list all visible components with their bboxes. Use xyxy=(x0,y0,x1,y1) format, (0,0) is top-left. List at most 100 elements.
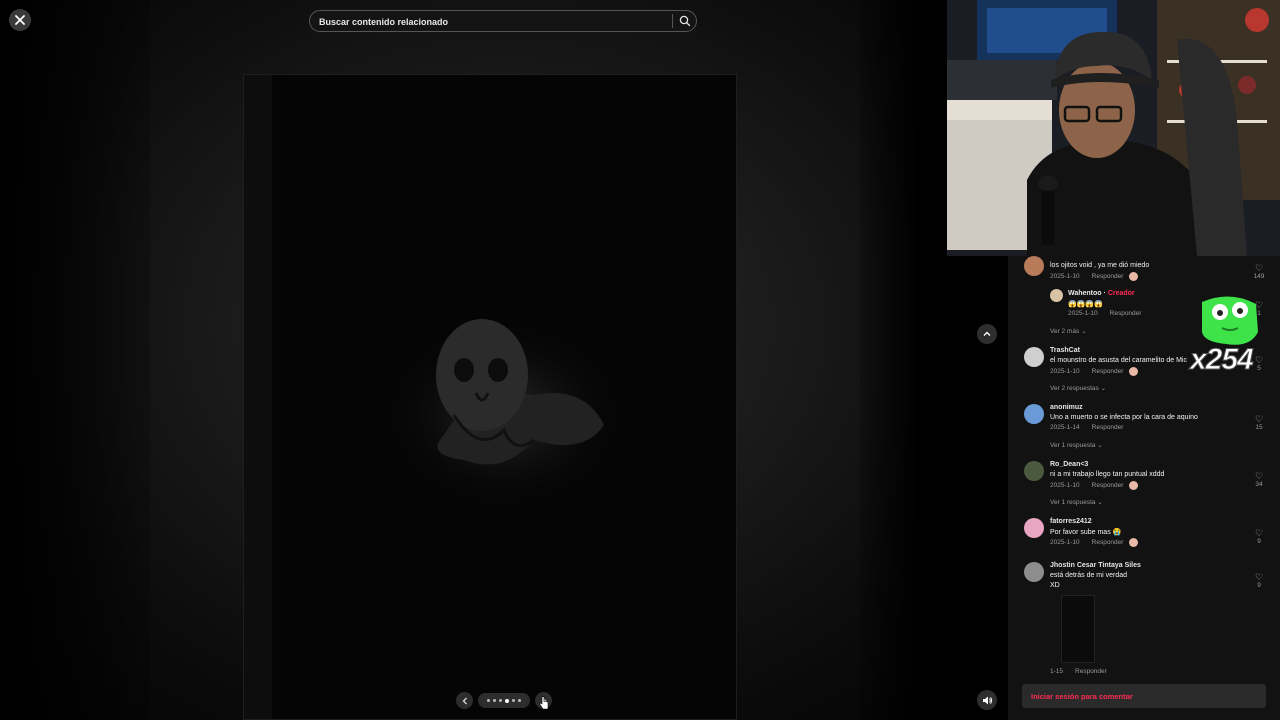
login-to-comment-button[interactable]: Iniciar sesión para comentar xyxy=(1022,684,1266,708)
heart-outline-icon[interactable]: ♡ xyxy=(1252,263,1266,273)
avatar[interactable] xyxy=(1024,347,1044,367)
reply-button[interactable]: Responder xyxy=(1092,424,1124,431)
avatar[interactable] xyxy=(1024,518,1044,538)
volume-button[interactable] xyxy=(977,690,997,710)
comment-date: 2025-1-10 xyxy=(1050,482,1080,490)
heart-outline-icon[interactable]: ♡ xyxy=(1252,528,1266,538)
ghost-figure-image xyxy=(384,319,624,505)
webcam-streamer-image xyxy=(947,0,1280,256)
video-viewer xyxy=(0,0,1008,720)
creator-liked-icon xyxy=(1129,367,1139,376)
creator-liked-icon xyxy=(1129,481,1139,490)
viewer-shade-left xyxy=(0,0,150,720)
comment-meta: 2025-1-10 Responder xyxy=(1068,310,1141,317)
close-icon xyxy=(15,15,25,25)
comment-username: TrashCat xyxy=(1050,347,1080,354)
comment-date: 1-15 xyxy=(1050,668,1064,675)
view-more-label: Ver 1 respuesta xyxy=(1050,442,1096,449)
avatar[interactable] xyxy=(1024,562,1044,582)
avatar[interactable] xyxy=(1050,289,1063,302)
comment-username: fatorres2412 xyxy=(1050,518,1092,525)
creator-liked-icon xyxy=(1129,272,1139,281)
comment-date: 2025-1-10 xyxy=(1050,539,1080,547)
like-group: ♡ 15 xyxy=(1252,414,1266,431)
comment-meta: 2025-1-10 Responder xyxy=(1050,481,1139,490)
comment-username: Jhostin Cesar Tintaya Siles xyxy=(1050,562,1141,569)
creator-tag: Creador xyxy=(1107,290,1135,297)
heart-outline-icon[interactable]: ♡ xyxy=(1252,471,1266,481)
view-more-label: Ver 2 más xyxy=(1050,328,1080,335)
comment-text: los ojitos void , ya me dió miedo xyxy=(1050,262,1150,269)
avatar[interactable] xyxy=(1024,256,1044,276)
comment-meta: 2025-1-10 Responder xyxy=(1050,272,1139,281)
comment-username: anonimuz xyxy=(1050,404,1083,411)
avatar[interactable] xyxy=(1024,461,1044,481)
like-count: 9 xyxy=(1257,538,1261,545)
like-group: ♡ 149 xyxy=(1252,263,1266,280)
like-count: 149 xyxy=(1253,273,1265,280)
reply-button[interactable]: Responder xyxy=(1110,310,1142,317)
chevron-left-icon xyxy=(462,697,467,704)
webcam-overlay xyxy=(947,0,1280,256)
scroll-up-button[interactable] xyxy=(977,324,997,344)
comment-text-line2: XD xyxy=(1050,582,1060,589)
view-more-replies[interactable]: Ver 1 respuesta ⌄ xyxy=(1050,441,1103,449)
search-bar xyxy=(309,10,697,32)
reply-button[interactable]: Responder xyxy=(1092,539,1124,546)
comment-meta: 2025-1-14 Responder xyxy=(1050,424,1123,431)
search-input[interactable] xyxy=(317,14,671,30)
video-player[interactable] xyxy=(243,74,737,720)
avatar[interactable] xyxy=(1024,404,1044,424)
comment-text: Uno a muerto o se infecta por la cara de… xyxy=(1050,414,1198,421)
comment-text: el mounstro de asusta del caramelito de … xyxy=(1050,357,1187,364)
comment-date: 2025-1-10 xyxy=(1068,310,1098,317)
reply-button[interactable]: Responder xyxy=(1075,668,1107,675)
heart-outline-icon[interactable]: ♡ xyxy=(1252,572,1266,582)
emote-count: x254 xyxy=(1190,343,1255,377)
reply-button[interactable]: Responder xyxy=(1092,368,1124,375)
login-label: Iniciar sesión para comentar xyxy=(1031,692,1133,701)
reply-button[interactable]: Responder xyxy=(1092,273,1124,280)
carousel-dot[interactable] xyxy=(499,699,502,702)
comment-date: 2025-1-10 xyxy=(1050,273,1080,281)
search-icon xyxy=(679,15,691,27)
view-more-replies[interactable]: Ver 2 más ⌄ xyxy=(1050,327,1087,335)
comment-text: ni a mi trabajo llego tan puntual xddd xyxy=(1050,471,1165,478)
like-group: ♡ 9 xyxy=(1252,572,1266,589)
view-more-label: Ver 2 respuestas xyxy=(1050,385,1099,392)
view-more-label: Ver 1 respuesta xyxy=(1050,499,1096,506)
chevron-up-icon xyxy=(983,331,991,336)
view-more-replies[interactable]: Ver 2 respuestas ⌄ xyxy=(1050,384,1106,392)
search-divider xyxy=(672,14,673,28)
like-count: 9 xyxy=(1257,582,1261,589)
comment-date: 2025-1-14 xyxy=(1050,424,1080,431)
comment-image-thumbnail[interactable] xyxy=(1061,595,1095,663)
like-group: ♡ 9 xyxy=(1252,528,1266,545)
comment-meta: 2025-1-10 Responder xyxy=(1050,538,1139,547)
carousel-dot[interactable] xyxy=(493,699,496,702)
close-button[interactable] xyxy=(9,9,31,31)
view-more-replies[interactable]: Ver 1 respuesta ⌄ xyxy=(1050,498,1103,506)
carousel-dots[interactable] xyxy=(478,693,530,708)
heart-outline-icon[interactable]: ♡ xyxy=(1252,414,1266,424)
comment-text: está detrás de mi verdad xyxy=(1050,572,1128,579)
carousel-dot[interactable] xyxy=(505,698,509,703)
username-text: Wahentoo xyxy=(1068,290,1102,297)
comment-text: Por favor sube mas 😭 xyxy=(1050,529,1122,536)
comment-date: 2025-1-10 xyxy=(1050,368,1080,376)
hand-cursor-icon xyxy=(539,696,549,710)
video-doorframe xyxy=(244,75,272,719)
search-button[interactable] xyxy=(677,13,693,29)
comment-username: Wahentoo · Creador xyxy=(1068,290,1135,297)
reply-button[interactable]: Responder xyxy=(1092,482,1124,489)
volume-icon xyxy=(982,696,992,704)
carousel-prev-button[interactable] xyxy=(456,692,473,709)
carousel-dot[interactable] xyxy=(512,699,515,702)
like-count: 15 xyxy=(1255,424,1263,431)
carousel-dot[interactable] xyxy=(518,699,521,702)
comment-username: Ro_Dean<3 xyxy=(1050,461,1089,468)
like-count: 34 xyxy=(1255,481,1263,488)
comment-meta: 2025-1-10 Responder xyxy=(1050,367,1139,376)
carousel-dot[interactable] xyxy=(487,699,490,702)
comment-text: 😱😱😱😱 xyxy=(1068,301,1103,308)
